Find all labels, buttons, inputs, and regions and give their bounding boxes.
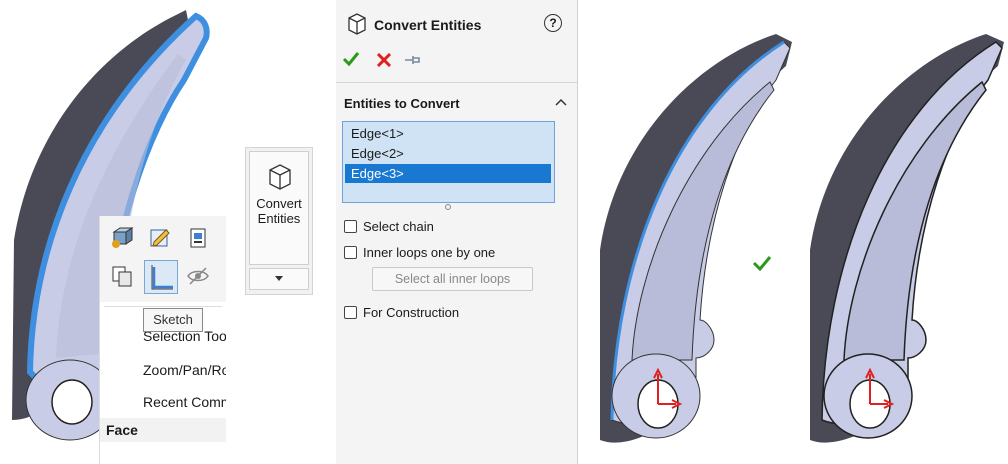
convert-entities-toolbar: Convert Entities (245, 147, 313, 295)
hide-icon[interactable] (184, 262, 212, 290)
menu-section-face: Face (100, 418, 226, 442)
copy-icon[interactable] (108, 262, 136, 290)
sketch-tooltip: Sketch (143, 308, 203, 332)
entities-list[interactable]: Edge<1> Edge<2> Edge<3> (342, 121, 555, 203)
select-chain-label: Select chain (363, 219, 434, 234)
convert-entities-icon[interactable] (144, 260, 178, 294)
cancel-x-icon[interactable] (376, 52, 392, 68)
inner-loops-checkbox[interactable] (344, 246, 357, 259)
convert-entities-button[interactable]: Convert Entities (249, 151, 309, 265)
list-resize-handle[interactable] (444, 203, 452, 211)
toolbar-dropdown[interactable] (249, 268, 309, 290)
edit-sketch-icon[interactable] (146, 224, 174, 252)
sketch-properties-icon[interactable] (184, 224, 212, 252)
pm-title: Convert Entities (374, 17, 482, 33)
list-item-edge-2[interactable]: Edge<2> (345, 144, 551, 163)
convert-entities-cube-icon (269, 164, 291, 190)
context-toolbar (100, 216, 226, 302)
for-construction-label: For Construction (363, 305, 460, 320)
select-chain-checkbox[interactable] (344, 220, 357, 233)
for-construction-checkbox[interactable] (344, 306, 357, 319)
chevron-up-icon[interactable] (555, 98, 567, 106)
chevron-down-icon (275, 276, 283, 281)
menu-item-zoom-pan-rotate[interactable]: Zoom/Pan/Rotate (100, 354, 226, 386)
transition-check-icon (752, 256, 772, 271)
model-view-result (810, 34, 1004, 443)
model-view-converting[interactable] (596, 20, 796, 464)
ok-check-icon[interactable] (342, 51, 360, 67)
context-menu: Selection Tools Zoom/Pan/Rotate Recent C… (100, 216, 226, 464)
list-item-edge-3[interactable]: Edge<3> (345, 164, 551, 183)
pushpin-icon[interactable] (403, 54, 421, 66)
inner-loops-label: Inner loops one by one (363, 245, 496, 260)
help-icon[interactable]: ? (544, 14, 562, 32)
section-entities-to-convert: Entities to Convert (344, 96, 460, 111)
list-item-edge-1[interactable]: Edge<1> (345, 124, 551, 143)
menu-item-recent-commands[interactable]: Recent Commands (100, 386, 226, 418)
normal-to-icon[interactable] (108, 224, 136, 252)
toolbar-label-line1: Convert (256, 196, 302, 211)
select-all-inner-loops-button[interactable]: Select all inner loops (372, 267, 533, 291)
convert-entities-property-manager: Convert Entities ? Entities to Convert E… (336, 0, 578, 464)
cube-icon (348, 13, 366, 35)
toolbar-label-line2: Entities (257, 211, 301, 226)
